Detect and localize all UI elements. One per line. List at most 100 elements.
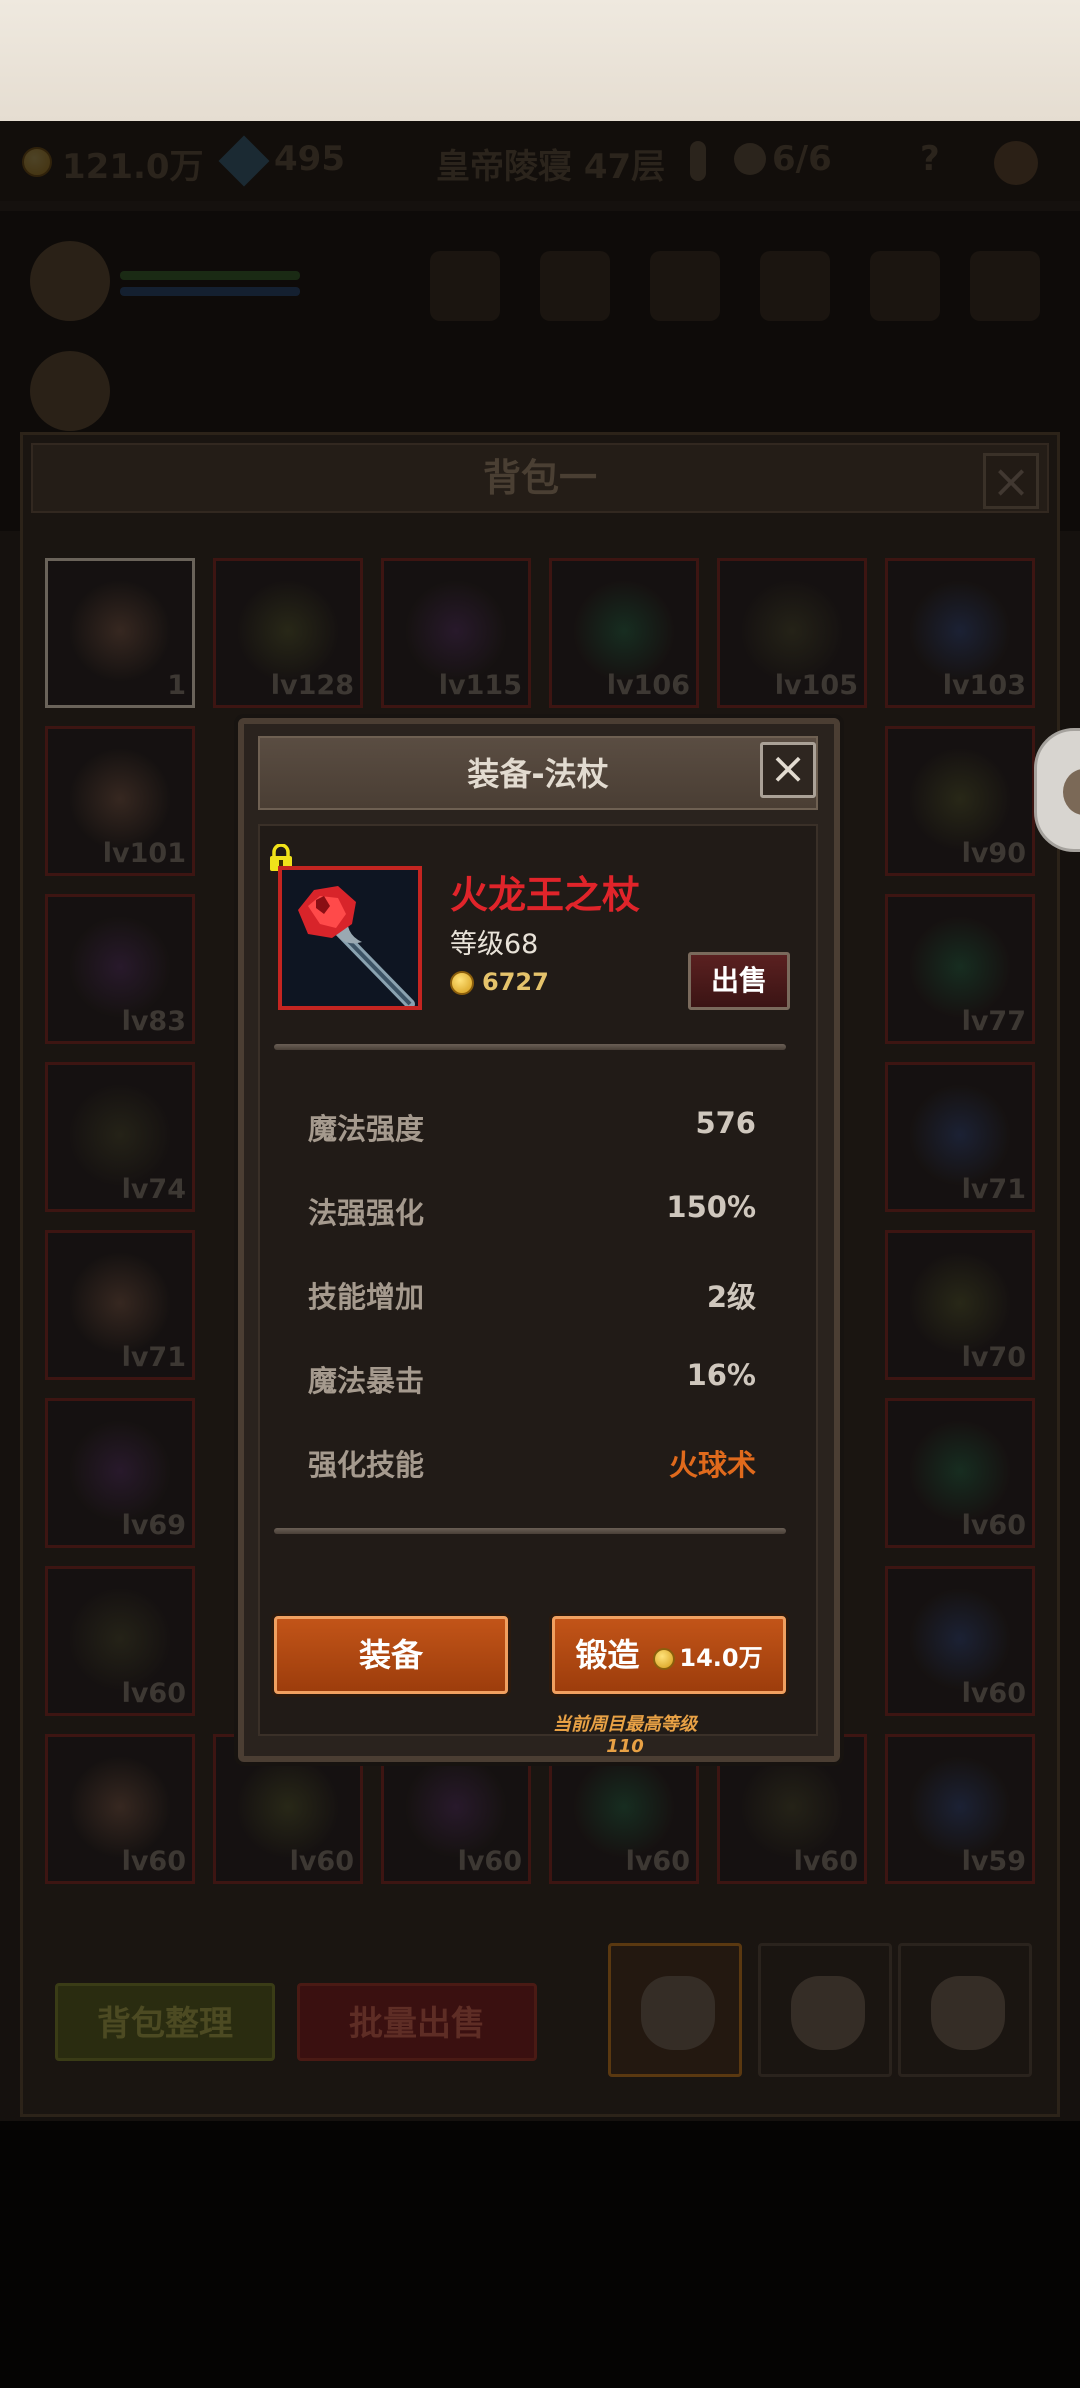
sort-backpack-button[interactable]: 背包整理 xyxy=(55,1983,275,2061)
item-icon xyxy=(910,1253,1010,1353)
help-icon[interactable]: ? xyxy=(920,139,940,179)
gem-icon xyxy=(218,135,270,187)
slot-level-label: lv60 xyxy=(793,1846,858,1877)
inventory-slot[interactable]: lv60 xyxy=(45,1566,195,1716)
floating-edge-button[interactable] xyxy=(1034,728,1080,852)
item-icon xyxy=(910,581,1010,681)
item-level: 等级68 xyxy=(450,929,539,960)
item-icon xyxy=(70,1421,170,1521)
inventory-slot[interactable]: lv101 xyxy=(45,726,195,876)
modal-close-icon[interactable]: × xyxy=(760,742,816,798)
inventory-slot[interactable]: lv90 xyxy=(885,726,1035,876)
forge-button[interactable]: 锻造 14.0万 xyxy=(552,1616,786,1694)
inventory-slot[interactable]: lv60 xyxy=(885,1398,1035,1548)
slot-level-label: lv101 xyxy=(102,838,186,869)
hero-hp-bar-1 xyxy=(120,271,300,280)
item-icon xyxy=(910,749,1010,849)
slot-level-label: lv106 xyxy=(606,670,690,701)
equipment-detail-modal: 装备-法杖 × 火龙王之杖 等级68 6727 出售 魔法强度 576 法强强化… xyxy=(238,718,840,1762)
inventory-slot[interactable]: lv60 xyxy=(45,1734,195,1884)
inventory-slot[interactable]: lv103 xyxy=(885,558,1035,708)
slot-level-label: lv69 xyxy=(121,1510,186,1541)
top-paper-strip xyxy=(0,0,1080,121)
sell-button[interactable]: 出售 xyxy=(688,952,790,1010)
settings-icon[interactable] xyxy=(994,141,1038,185)
coin-icon xyxy=(450,971,474,995)
item-name: 火龙王之杖 xyxy=(450,873,641,917)
item-icon xyxy=(742,581,842,681)
inventory-slot[interactable]: lv106 xyxy=(549,558,699,708)
inventory-slot[interactable]: lv83 xyxy=(45,894,195,1044)
bag-tab-1[interactable] xyxy=(608,1943,742,2077)
inventory-slot[interactable]: lv128 xyxy=(213,558,363,708)
stat-value: 2级 xyxy=(706,1280,756,1314)
inventory-slot[interactable]: lv77 xyxy=(885,894,1035,1044)
stat-value: 火球术 xyxy=(668,1448,756,1482)
inventory-slot[interactable]: lv71 xyxy=(885,1062,1035,1212)
inventory-slot[interactable]: lv74 xyxy=(45,1062,195,1212)
bag-tab-3[interactable] xyxy=(898,1943,1032,2077)
modal-title: 装备-法杖 xyxy=(258,736,818,810)
item-icon xyxy=(910,1757,1010,1857)
stat-value: 576 xyxy=(695,1106,756,1140)
equip-button[interactable]: 装备 xyxy=(274,1616,508,1694)
equip-slot-icon[interactable] xyxy=(760,251,830,321)
item-icon xyxy=(70,581,170,681)
equip-slot-icon[interactable] xyxy=(970,251,1040,321)
item-icon xyxy=(70,1085,170,1185)
inventory-slot[interactable]: lv105 xyxy=(717,558,867,708)
max-level-note: 当前周目最高等级110 xyxy=(553,1714,697,1757)
bag-tab-2[interactable] xyxy=(758,1943,892,2077)
hud-bar: 121.0万 495 皇帝陵寝 47层 6/6 ? xyxy=(0,121,1080,201)
stat-label: 技能增加 xyxy=(308,1280,425,1314)
slot-level-label: lv77 xyxy=(961,1006,1026,1037)
inventory-slot[interactable]: lv60 xyxy=(885,1566,1035,1716)
inventory-slot[interactable]: lv71 xyxy=(45,1230,195,1380)
equip-slot-icon[interactable] xyxy=(430,251,500,321)
item-icon xyxy=(238,1757,338,1857)
modal-body: 火龙王之杖 等级68 6727 出售 魔法强度 576 法强强化 150% 技能增加 2级… xyxy=(258,824,818,1757)
hero-portrait-2[interactable] xyxy=(30,351,110,431)
pouch-icon xyxy=(791,1976,865,2050)
equip-slot-icon[interactable] xyxy=(540,251,610,321)
backpack-close-icon[interactable]: × xyxy=(983,453,1039,509)
slot-level-label: lv103 xyxy=(942,670,1026,701)
equip-slot-icon[interactable] xyxy=(870,251,940,321)
hero-mp-bar-1 xyxy=(120,287,300,296)
pouch-icon xyxy=(931,1976,1005,2050)
inventory-slot[interactable]: lv70 xyxy=(885,1230,1035,1380)
bulk-sell-button[interactable]: 批量出售 xyxy=(297,1983,537,2061)
equip-slot-icon[interactable] xyxy=(650,251,720,321)
inventory-slot[interactable]: lv115 xyxy=(381,558,531,708)
coin-icon xyxy=(653,1648,676,1670)
item-icon xyxy=(574,1757,674,1857)
keys-count: 6/6 xyxy=(772,139,832,179)
stat-label: 法强强化 xyxy=(308,1196,425,1230)
stat-value: 150% xyxy=(666,1190,756,1224)
divider xyxy=(274,1044,786,1050)
slot-level-label: lv60 xyxy=(961,1678,1026,1709)
item-icon xyxy=(406,581,506,681)
slot-level-label: lv128 xyxy=(270,670,354,701)
slot-level-label: lv59 xyxy=(961,1846,1026,1877)
divider xyxy=(274,1528,786,1534)
item-icon xyxy=(742,1757,842,1857)
stat-label: 魔法暴击 xyxy=(308,1364,425,1398)
hero-portrait-1[interactable] xyxy=(30,241,110,321)
pouch-icon xyxy=(641,1976,715,2050)
inventory-slot[interactable]: lv69 xyxy=(45,1398,195,1548)
slot-level-label: lv71 xyxy=(121,1342,186,1373)
stat-label: 强化技能 xyxy=(308,1448,425,1482)
inventory-slot[interactable]: 1 xyxy=(45,558,195,708)
slot-level-label: lv83 xyxy=(121,1006,186,1037)
inventory-slot[interactable]: lv59 xyxy=(885,1734,1035,1884)
slot-level-label: lv115 xyxy=(438,670,522,701)
item-icon xyxy=(70,1253,170,1353)
item-icon xyxy=(70,1757,170,1857)
skull-icon xyxy=(734,143,766,175)
gem-count: 495 xyxy=(274,139,345,179)
slot-level-label: lv60 xyxy=(289,1846,354,1877)
screen: 121.0万 495 皇帝陵寝 47层 6/6 ? 背包一 × 1 lv128 … xyxy=(0,0,1080,2388)
item-icon xyxy=(238,581,338,681)
slot-level-label: lv60 xyxy=(457,1846,522,1877)
